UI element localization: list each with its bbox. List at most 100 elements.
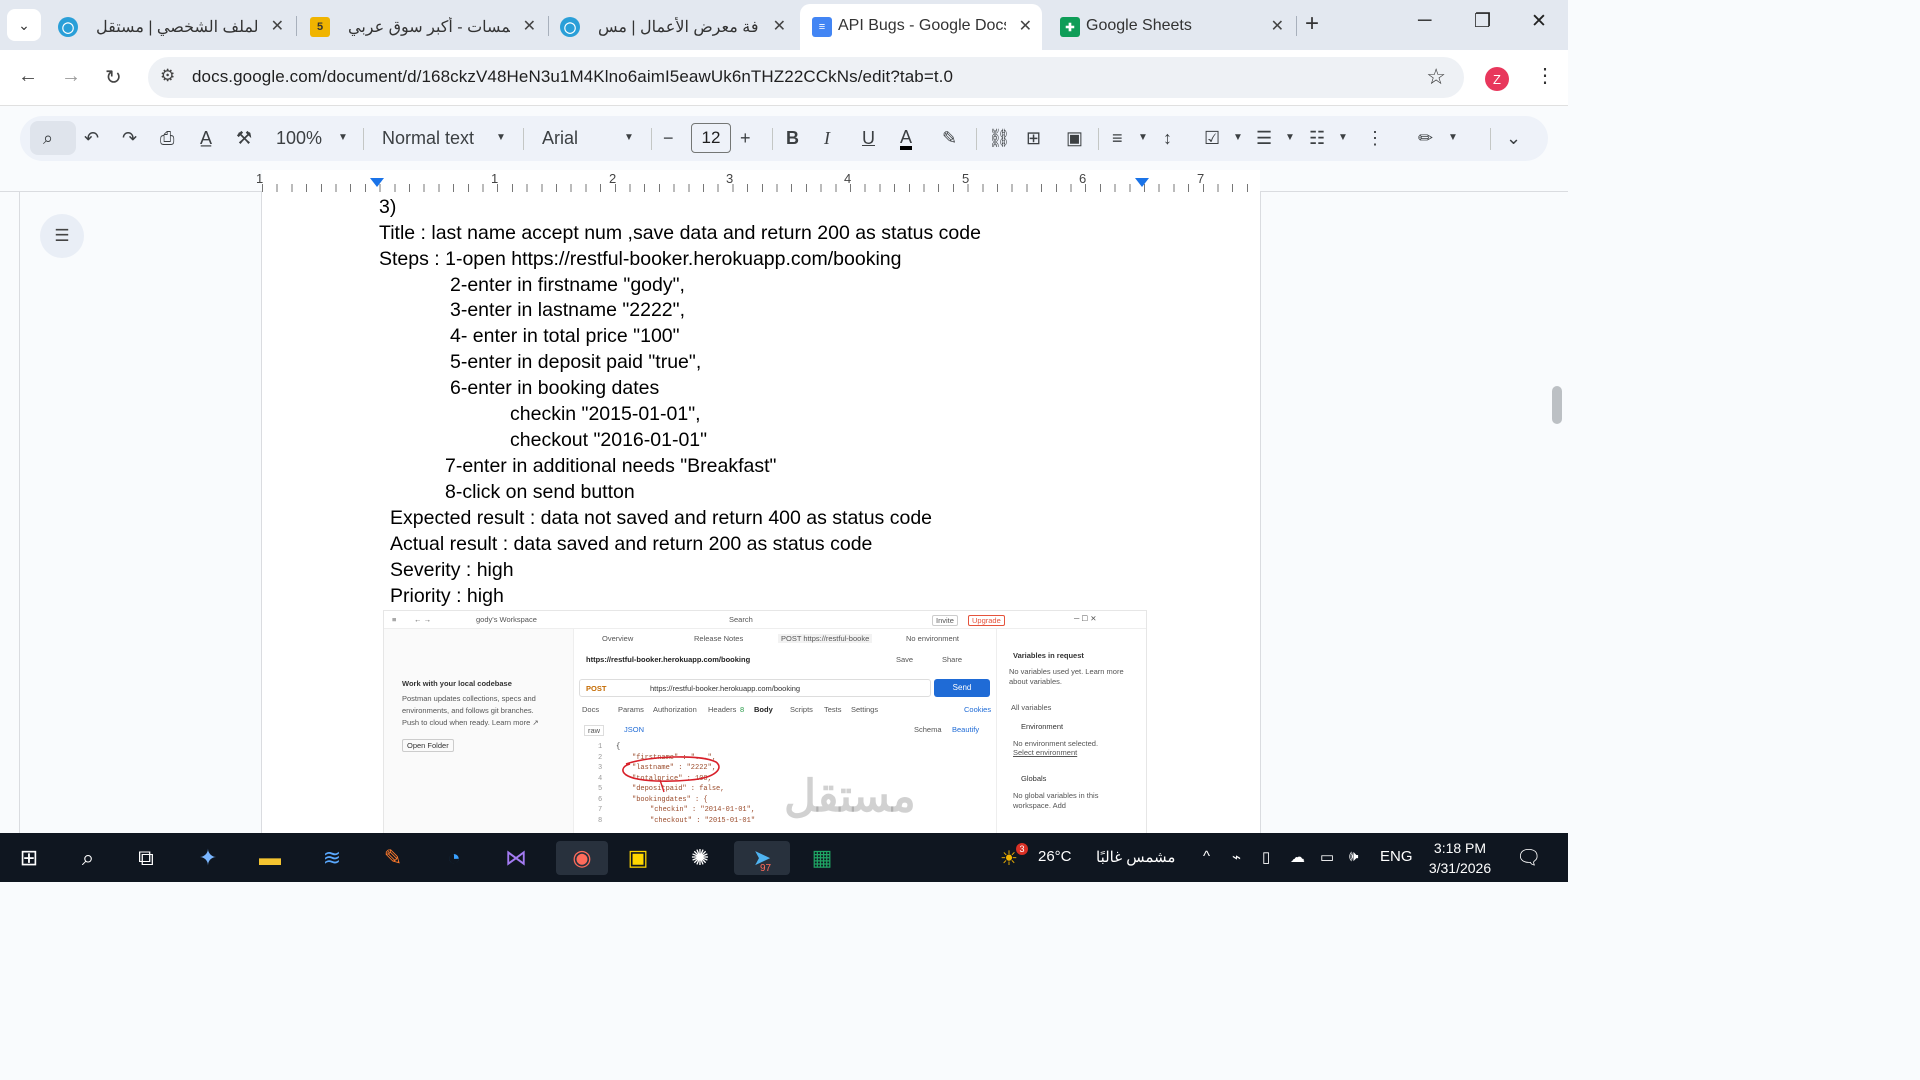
address-bar[interactable]: ⚙ docs.google.com/document/d/168ckzV48He…	[148, 57, 1464, 98]
restore-button[interactable]: ❐	[1474, 10, 1491, 33]
volume-icon[interactable]: 🕪	[1349, 848, 1358, 865]
doc-line: Actual result : data saved and return 20…	[390, 533, 873, 555]
watermark-logo: مستقل	[784, 772, 916, 821]
numbered-list-icon[interactable]: ☷	[1309, 128, 1325, 149]
invite-label: Invite	[932, 615, 958, 626]
caret-down-icon: ▼	[496, 132, 506, 143]
intellij-icon[interactable]: ▣	[620, 841, 656, 875]
profile-avatar[interactable]: Z	[1485, 67, 1509, 91]
url-text[interactable]: docs.google.com/document/d/168ckzV48HeN3…	[192, 67, 953, 87]
bookmark-star-icon[interactable]: ☆	[1426, 64, 1446, 90]
editing-mode-icon[interactable]: ✏	[1418, 128, 1433, 149]
language-indicator[interactable]: ENG	[1380, 848, 1413, 865]
windows-start-icon[interactable]: ⊞	[11, 841, 47, 875]
document-scrollbar[interactable]	[1552, 386, 1562, 424]
reload-button[interactable]: ↻	[105, 65, 122, 90]
browser-toolbar: ← → ↻ ⚙ docs.google.com/document/d/168ck…	[0, 50, 1568, 106]
all-variables-label: All variables	[1011, 703, 1052, 712]
device-icon[interactable]: ▯	[1262, 848, 1270, 866]
battery-icon[interactable]: ▭	[1320, 848, 1334, 866]
close-icon[interactable]: ✕	[1271, 16, 1284, 36]
embedded-postman-screenshot[interactable]: ≡ ← → gody's Workspace Search Invite Upg…	[383, 610, 1147, 833]
text-color-icon[interactable]: A	[900, 128, 913, 150]
sidebar-text: Postman updates collections, specs and e…	[402, 694, 539, 727]
document-page[interactable]: 3) Title : last name accept num ,save da…	[261, 192, 1261, 833]
align-left-icon[interactable]: ≡	[1112, 128, 1123, 149]
bold-icon[interactable]: B	[786, 128, 799, 149]
chevron-up-icon[interactable]: ^	[1203, 848, 1210, 865]
weather-temp[interactable]: 26°C	[1038, 848, 1072, 865]
new-tab-button[interactable]: +	[1305, 10, 1319, 38]
highlight-icon[interactable]: ✎	[942, 128, 957, 149]
file-explorer-icon[interactable]: ▬	[252, 841, 288, 875]
tab-api-bugs-docs[interactable]: ≡ API Bugs - Google Docs ✕	[800, 4, 1042, 50]
close-icon[interactable]: ✕	[773, 16, 786, 36]
weather-text[interactable]: مشمس غالبًا	[1096, 848, 1175, 866]
left-indent-marker[interactable]	[370, 178, 384, 187]
paint-format-icon[interactable]: ⚒	[236, 128, 252, 149]
chevron-down-icon: ⌄	[18, 16, 30, 33]
print-icon[interactable]: ⎙	[160, 128, 174, 149]
font-size-input[interactable]: 12	[691, 123, 731, 153]
browser-menu-icon[interactable]: ⋮	[1535, 63, 1555, 88]
ruler-number: 6	[1079, 171, 1087, 186]
edge-icon[interactable]: ◔	[436, 841, 472, 875]
increase-font-size-icon[interactable]: +	[740, 128, 751, 149]
style-select[interactable]: Normal text	[382, 128, 474, 149]
tab-search-button[interactable]: ⌄	[7, 9, 41, 41]
chrome-icon[interactable]: ◉	[556, 841, 608, 875]
chevron-down-icon[interactable]: ⌄	[1506, 128, 1521, 149]
minimize-button[interactable]: ─	[1418, 10, 1431, 32]
redo-icon[interactable]: ↷	[122, 128, 137, 149]
search-icon[interactable]: ⌕	[70, 841, 106, 875]
checklist-icon[interactable]: ☑	[1204, 128, 1220, 149]
req-tab: Tests	[824, 705, 842, 714]
close-icon[interactable]: ✕	[1019, 16, 1032, 36]
window-controls-icon: ─ ☐ ✕	[1074, 614, 1097, 623]
excel-icon[interactable]: ▦	[804, 841, 840, 875]
line-spacing-icon[interactable]: ↕	[1163, 128, 1172, 149]
doc-line: 3-enter in lastname "2222",	[450, 299, 685, 321]
italic-icon[interactable]: I	[824, 128, 830, 149]
chatgpt-icon[interactable]: ✺	[682, 841, 718, 875]
doc-line: 4- enter in total price "100"	[450, 325, 680, 347]
bulleted-list-icon[interactable]: ☰	[1256, 128, 1272, 149]
tab-mostaql-portfolio[interactable]: ◯ إضافة معرض الأعمال | مس ✕	[548, 4, 796, 50]
task-view-icon[interactable]: ⧉	[128, 841, 164, 875]
image-icon[interactable]: ▣	[1066, 128, 1083, 149]
zoom-select[interactable]: 100%	[276, 128, 322, 149]
underline-icon[interactable]: U	[862, 128, 875, 149]
document-outline-button[interactable]: ☰	[40, 214, 84, 258]
font-select[interactable]: Arial	[542, 128, 578, 149]
system-clock[interactable]: 3:18 PM 3/31/2026	[1420, 838, 1500, 878]
more-options-icon[interactable]: ⋮	[1366, 128, 1384, 149]
line-number: 4	[598, 775, 603, 783]
pen-app-icon[interactable]: ✎	[375, 841, 411, 875]
back-button[interactable]: ←	[18, 65, 38, 88]
tab-khamsat[interactable]: 5 خمسات - أكبر سوق عربي ✕	[298, 4, 546, 50]
site-info-icon[interactable]: ⚙	[160, 66, 175, 86]
comment-icon[interactable]: ⊞	[1026, 128, 1041, 149]
line-number: 3	[598, 764, 603, 772]
spellcheck-icon[interactable]: A̲	[200, 128, 212, 149]
visual-studio-icon[interactable]: ⋈	[498, 841, 534, 875]
notifications-icon[interactable]: 🗨	[1516, 845, 1541, 870]
close-icon[interactable]: ✕	[271, 16, 284, 36]
close-icon[interactable]: ✕	[523, 16, 536, 36]
cloud-icon[interactable]: ☁	[1290, 848, 1305, 866]
environment-label: No environment	[906, 634, 959, 643]
link-icon[interactable]: ⛓	[988, 128, 1011, 149]
right-indent-marker[interactable]	[1135, 178, 1149, 187]
tab-google-sheets[interactable]: ✚ Google Sheets ✕	[1048, 4, 1294, 50]
tab-mostaql-profile[interactable]: ◯ الملف الشخصي | مستقل ✕	[46, 4, 294, 50]
app-icon[interactable]: ≋	[314, 841, 350, 875]
network-tray-icon[interactable]: ⌁	[1232, 848, 1241, 866]
copilot-icon[interactable]: ✦	[190, 841, 226, 875]
body-format-label: JSON	[624, 725, 645, 734]
windows-taskbar: ⊞ ⌕ ⧉ ✦ ▬ ≋ ✎ ◔ ⋈ ◉ ▣ ✺ ➤ 97 ▦ ☀ 3 26°C …	[0, 833, 1568, 882]
undo-icon[interactable]: ↶	[84, 128, 99, 149]
caret-down-icon: ▼	[1233, 132, 1243, 143]
close-window-button[interactable]: ✕	[1531, 10, 1547, 33]
forward-button[interactable]: →	[61, 65, 81, 88]
decrease-font-size-icon[interactable]: −	[663, 128, 674, 149]
